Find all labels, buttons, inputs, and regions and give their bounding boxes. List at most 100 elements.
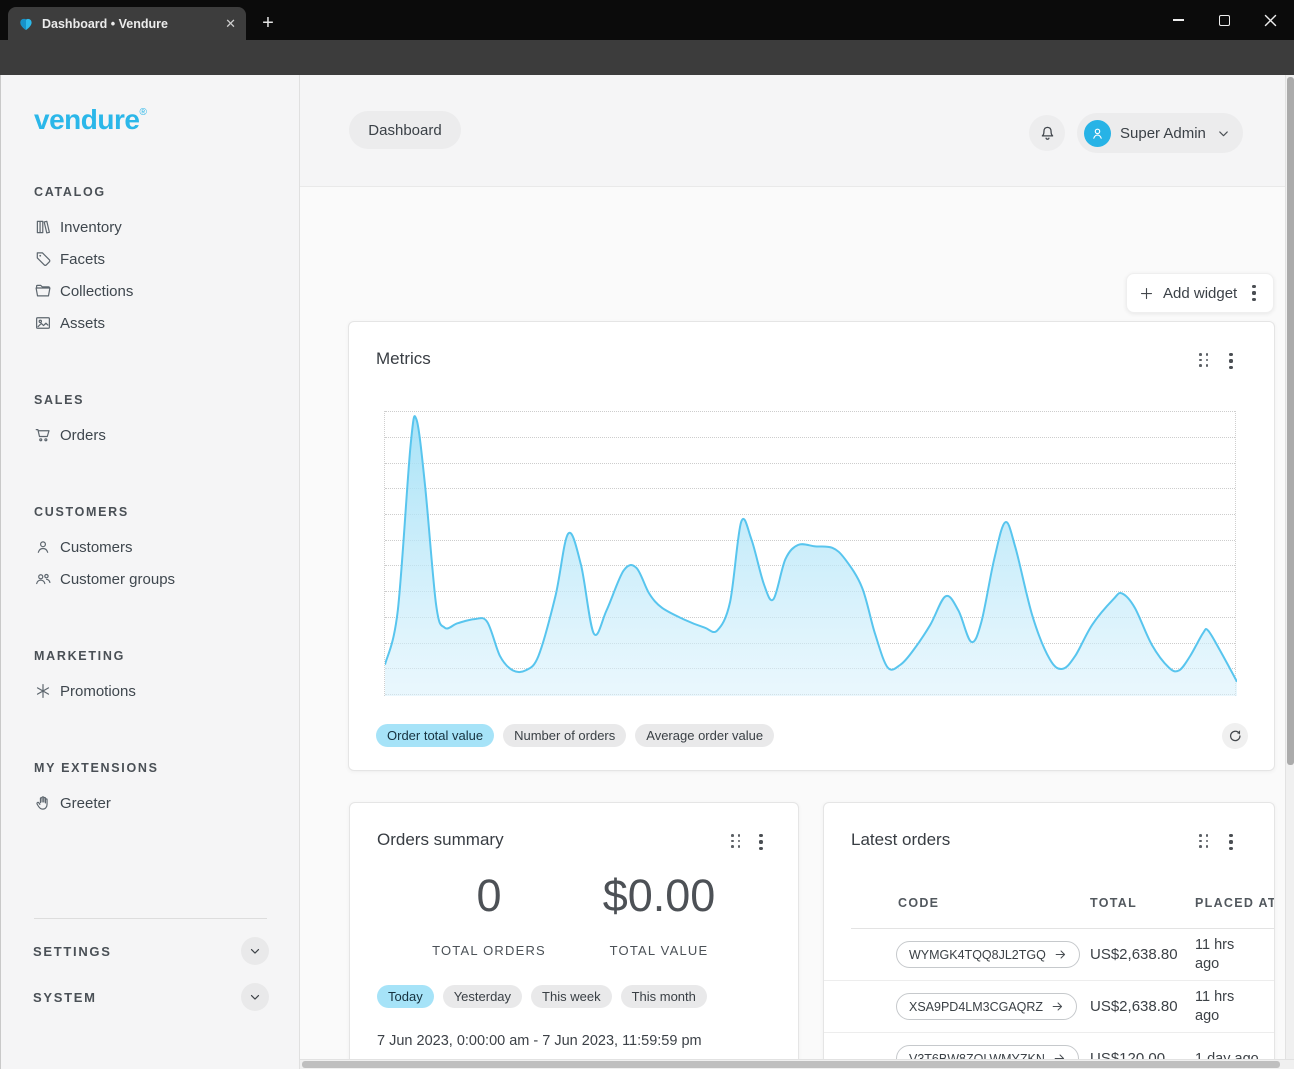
- order-placed-at: 11 hrsago: [1195, 936, 1234, 974]
- total-orders-stat: 0: [476, 873, 501, 918]
- browser-tab[interactable]: Dashboard • Vendure ✕: [8, 7, 246, 40]
- metrics-tab-average-order-value[interactable]: Average order value: [635, 724, 774, 747]
- sidebar-divider: [34, 918, 267, 919]
- tab-title: Dashboard • Vendure: [42, 17, 217, 31]
- widget-menu-icon[interactable]: [1224, 834, 1238, 850]
- widget-menu-icon[interactable]: [1224, 353, 1238, 369]
- latest-orders-title: Latest orders: [851, 830, 950, 850]
- summary-filter-today[interactable]: Today: [377, 985, 434, 1008]
- window-close-button[interactable]: [1247, 0, 1293, 40]
- window-maximize-button[interactable]: [1201, 0, 1247, 40]
- metrics-tab-number-of-orders[interactable]: Number of orders: [503, 724, 626, 747]
- sidebar-item-label: Facets: [60, 251, 105, 268]
- sidebar-item-collections[interactable]: Collections: [1, 275, 301, 307]
- metrics-title: Metrics: [376, 349, 431, 369]
- order-code: V3T6BW8ZQLWMYZKN: [909, 1052, 1045, 1060]
- summary-filter-yesterday[interactable]: Yesterday: [443, 985, 522, 1008]
- metrics-area-chart: [385, 411, 1237, 696]
- sidebar-item-customer-groups[interactable]: Customer groups: [1, 563, 301, 595]
- plus-icon: [1139, 286, 1154, 301]
- summary-filter-this-month[interactable]: This month: [621, 985, 707, 1008]
- tag-icon: [34, 250, 52, 268]
- order-code-link[interactable]: XSA9PD4LM3CGAQRZ: [896, 993, 1077, 1020]
- nav-section-sales: SALESOrders: [1, 391, 301, 451]
- sidebar-item-greeter[interactable]: Greeter: [1, 787, 301, 819]
- sidebar-item-customers[interactable]: Customers: [1, 531, 301, 563]
- nav-section-catalog: CATALOGInventoryFacetsCollectionsAssets: [1, 183, 301, 339]
- summary-filter-this-week[interactable]: This week: [531, 985, 612, 1008]
- page-header: Dashboard Super Admin: [300, 75, 1285, 187]
- order-code: WYMGK4TQQ8JL2TGQ: [909, 948, 1046, 962]
- metrics-tab-order-total-value[interactable]: Order total value: [376, 724, 494, 747]
- order-row: XSA9PD4LM3CGAQRZUS$2,638.8011 hrsago: [824, 981, 1275, 1033]
- logo-trademark: ®: [139, 107, 146, 118]
- sidebar-item-inventory[interactable]: Inventory: [1, 211, 301, 243]
- widget-menu-icon[interactable]: [754, 834, 768, 850]
- sidebar-item-facets[interactable]: Facets: [1, 243, 301, 275]
- order-total: US$120.00: [1090, 1050, 1165, 1059]
- sidebar-item-orders[interactable]: Orders: [1, 419, 301, 451]
- browser-window: Dashboard • Vendure ✕ + ! localhost :300…: [0, 0, 1294, 1069]
- chevron-down-icon: [248, 944, 262, 958]
- metrics-widget: Metrics: [348, 321, 1275, 771]
- nav-section-my-extensions: MY EXTENSIONS Greeter: [1, 759, 301, 819]
- image-icon: [34, 314, 52, 332]
- sidebar-item-system[interactable]: SYSTEM: [33, 982, 269, 1012]
- notifications-button[interactable]: [1029, 115, 1065, 151]
- column-header-total: TOTAL: [1090, 896, 1137, 910]
- order-total: US$2,638.80: [1090, 946, 1178, 963]
- horizontal-scrollbar[interactable]: [300, 1059, 1294, 1069]
- sidebar: vendure® CATALOGInventoryFacetsCollectio…: [0, 75, 300, 1069]
- order-placed-at: 1 day ago: [1195, 1050, 1259, 1059]
- order-code-link[interactable]: WYMGK4TQQ8JL2TGQ: [896, 941, 1080, 968]
- settings-expand-button[interactable]: [241, 937, 269, 965]
- cart-icon: [34, 426, 52, 444]
- tab-close-icon[interactable]: ✕: [225, 17, 236, 30]
- dashboard-content: Add widget Metrics: [300, 187, 1285, 1059]
- sidebar-item-assets[interactable]: Assets: [1, 307, 301, 339]
- horizontal-scrollbar-thumb[interactable]: [302, 1061, 1280, 1068]
- drag-handle-icon[interactable]: [1199, 353, 1208, 367]
- arrow-right-icon: [1051, 1000, 1064, 1013]
- drag-handle-icon[interactable]: [1199, 834, 1208, 848]
- new-tab-button[interactable]: +: [254, 9, 282, 37]
- sidebar-item-label: Collections: [60, 283, 133, 300]
- column-header-code: CODE: [898, 896, 939, 910]
- refresh-icon: [1227, 728, 1243, 744]
- arrow-right-icon: [1054, 948, 1067, 961]
- total-value-stat: $0.00: [603, 873, 716, 918]
- window-minimize-button[interactable]: [1155, 0, 1201, 40]
- total-value-value: $0.00: [603, 873, 716, 918]
- user-menu[interactable]: Super Admin: [1077, 113, 1243, 153]
- drag-handle-icon[interactable]: [731, 834, 740, 848]
- order-row: V3T6BW8ZQLWMYZKN US$120.00 1 day ago: [824, 1033, 1275, 1059]
- order-code-link[interactable]: V3T6BW8ZQLWMYZKN: [896, 1045, 1079, 1059]
- breadcrumb[interactable]: Dashboard: [349, 111, 461, 149]
- sidebar-item-label: Promotions: [60, 683, 136, 700]
- column-header-placed-at: PLACED AT: [1195, 896, 1275, 910]
- sidebar-nav: CATALOGInventoryFacetsCollectionsAssetsS…: [1, 183, 301, 871]
- book-icon: [34, 218, 52, 236]
- nav-section-marketing: MARKETINGPromotions: [1, 647, 301, 707]
- sidebar-item-label: Assets: [60, 315, 105, 332]
- arrow-right-icon: [1053, 1052, 1066, 1059]
- vertical-scrollbar-thumb[interactable]: [1287, 77, 1294, 765]
- hand-icon: [34, 794, 52, 812]
- total-value-label: TOTAL VALUE: [559, 943, 759, 958]
- vertical-scrollbar[interactable]: [1285, 75, 1294, 1059]
- nav-section-label: MY EXTENSIONS: [34, 759, 301, 777]
- browser-titlebar: Dashboard • Vendure ✕ +: [0, 0, 1294, 40]
- order-code: XSA9PD4LM3CGAQRZ: [909, 1000, 1043, 1014]
- refresh-button[interactable]: [1222, 723, 1248, 749]
- system-label: SYSTEM: [33, 990, 97, 1005]
- add-widget-button[interactable]: Add widget: [1126, 273, 1274, 313]
- vendure-logo[interactable]: vendure®: [34, 104, 146, 136]
- chevron-down-icon: [1216, 126, 1231, 141]
- vendure-admin-app: vendure® CATALOGInventoryFacetsCollectio…: [0, 75, 1294, 1069]
- add-widget-label: Add widget: [1163, 285, 1238, 302]
- system-expand-button[interactable]: [241, 983, 269, 1011]
- sidebar-item-promotions[interactable]: Promotions: [1, 675, 301, 707]
- add-widget-menu-icon[interactable]: [1247, 285, 1261, 301]
- sidebar-item-settings[interactable]: SETTINGS: [33, 936, 269, 966]
- user-avatar: [1084, 120, 1111, 147]
